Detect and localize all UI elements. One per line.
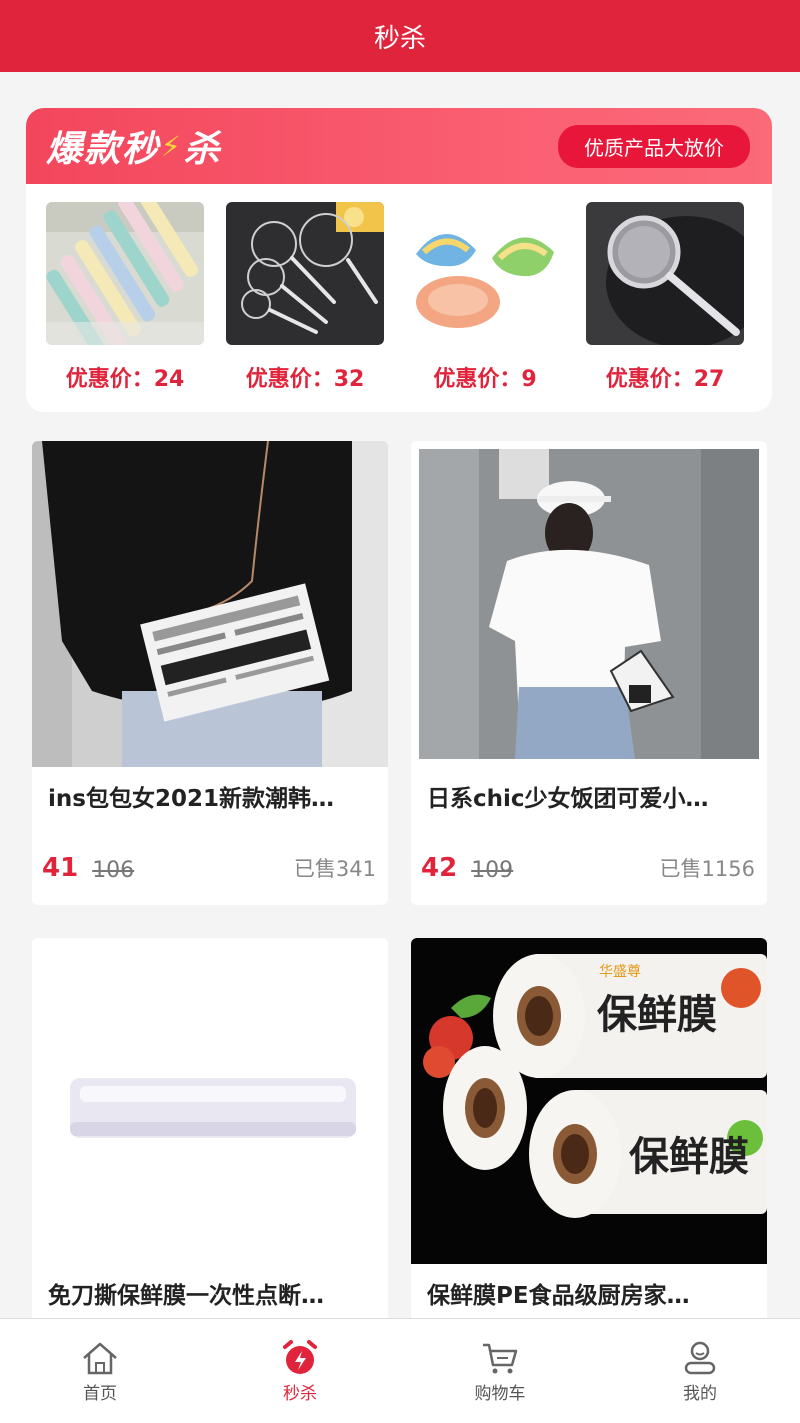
page-header: 秒杀 (0, 0, 800, 72)
product-image-cling-film-rolls-branded: 华盛尊 保鲜膜 保鲜膜 (411, 938, 767, 1264)
product-title: 保鲜膜PE食品级厨房家… (427, 1283, 690, 1309)
product-card[interactable]: 华盛尊 保鲜膜 保鲜膜 保鲜膜PE食品级厨房家… (411, 938, 767, 1338)
current-price: 42 (421, 853, 458, 883)
page-title: 秒杀 (373, 23, 426, 54)
flash-item[interactable]: 优惠价：32 (226, 202, 384, 393)
tab-label: 首页 (83, 1384, 117, 1404)
home-icon (83, 1342, 117, 1375)
flash-item[interactable]: 优惠价：27 (586, 202, 744, 393)
price-row: 42 109 已售1156 (421, 853, 755, 883)
original-price: 106 (92, 858, 135, 883)
product-title: ins包包女2021新款潮韩… (48, 786, 334, 812)
sold-count: 已售1156 (659, 857, 755, 881)
tab-label: 秒杀 (283, 1384, 317, 1404)
product-card[interactable]: 免刀撕保鲜膜一次性点断… (32, 938, 388, 1338)
flash-sale-tagline[interactable]: 优质产品大放价 (558, 124, 750, 168)
sold-count: 已售341 (293, 857, 376, 881)
tab-cart[interactable]: 购物车 (400, 1319, 600, 1423)
product-image-cling-film-roll-plain (32, 938, 388, 1264)
flash-item-price: 优惠价：32 (245, 367, 365, 392)
price-row: 41 106 已售341 (42, 853, 376, 883)
tab-flash-sale[interactable]: 秒杀 (200, 1319, 400, 1423)
flash-item[interactable]: 优惠价：24 (46, 202, 204, 393)
lightning-icon: ⚡ (161, 129, 183, 163)
package-text: 保鲜膜 (629, 1134, 749, 1180)
product-title: 日系chic少女饭团可爱小… (427, 786, 709, 812)
tab-profile[interactable]: 我的 (600, 1319, 800, 1423)
flash-sale-header: 爆款秒 ⚡ 杀 优质产品大放价 (26, 108, 772, 184)
alarm-clock-icon (283, 1340, 317, 1374)
tab-home[interactable]: 首页 (0, 1319, 200, 1423)
product-image-mesh-strainer-set (226, 202, 384, 345)
brand-text: 华盛尊 (599, 963, 641, 980)
cart-icon (483, 1343, 518, 1374)
product-title: 免刀撕保鲜膜一次性点断… (48, 1283, 324, 1309)
product-image-toothbrush-set (46, 202, 204, 345)
product-image-oil-strainer (586, 202, 744, 345)
profile-icon (684, 1341, 716, 1375)
current-price: 41 (42, 853, 79, 883)
package-text: 保鲜膜 (597, 992, 717, 1038)
flash-sale-logo: 爆款秒 ⚡ 杀 (46, 129, 222, 170)
flash-item-price: 优惠价：27 (605, 367, 725, 392)
tab-label: 购物车 (474, 1384, 526, 1404)
product-image-dumpling-mold (406, 202, 564, 345)
product-image-onigiri-crossbody-bag (411, 441, 767, 767)
flash-sale-items: 优惠价：24 优惠价：32 优惠价：9 优惠价：27 (26, 184, 772, 393)
flash-item-price: 优惠价：24 (65, 367, 185, 392)
product-card[interactable]: 日系chic少女饭团可爱小… 42 109 已售1156 (411, 441, 767, 905)
product-image-newspaper-shoulder-bag (32, 441, 388, 767)
product-card[interactable]: ins包包女2021新款潮韩… 41 106 已售341 (32, 441, 388, 905)
tab-label: 我的 (683, 1384, 717, 1404)
bottom-tab-bar: 首页 秒杀 购物车 我的 (0, 1318, 800, 1423)
flash-item[interactable]: 优惠价：9 (406, 202, 564, 393)
flash-item-price: 优惠价：9 (433, 367, 537, 392)
flash-sale-card: 爆款秒 ⚡ 杀 优质产品大放价 优惠价：24 优惠价：32 优惠价：9 优惠价：… (26, 108, 772, 412)
original-price: 109 (471, 858, 514, 883)
